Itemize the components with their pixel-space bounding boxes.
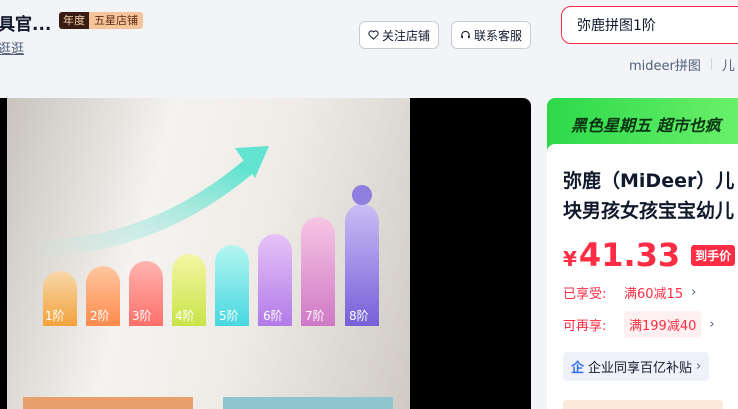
product-title: 弥鹿（MiDeer）儿 块男孩女孩宝宝幼儿 bbox=[563, 166, 738, 226]
follow-shop-button[interactable]: 关注店铺 bbox=[359, 21, 439, 49]
product-title-line: 块男孩女孩宝宝幼儿 bbox=[563, 200, 735, 222]
hot-word[interactable]: mideer拼图 bbox=[629, 55, 701, 74]
badge-year: 年度 bbox=[59, 12, 89, 29]
puzzle-box-left bbox=[23, 397, 193, 409]
shop-rank-badge: 年度 五星店铺 bbox=[59, 12, 143, 29]
contact-service-button[interactable]: 联系客服 bbox=[451, 21, 531, 49]
step-label-1: 1阶 bbox=[45, 309, 65, 323]
chevron-right-icon: › bbox=[709, 317, 715, 332]
product-main-image: 1阶 2阶 3阶 4阶 5阶 6阶 7阶 8阶 bbox=[7, 98, 410, 409]
enterprise-subsidy-button[interactable]: 企 企业同享百亿补贴 › bbox=[563, 352, 710, 381]
product-gallery[interactable]: 1阶 2阶 3阶 4阶 5阶 6阶 7阶 8阶 bbox=[0, 98, 531, 409]
chevron-right-icon: › bbox=[696, 359, 702, 374]
search-input[interactable]: 弥鹿拼图1阶 bbox=[561, 6, 738, 44]
difficulty-steps-illustration: 1阶 2阶 3阶 4阶 5阶 6阶 7阶 8阶 bbox=[23, 146, 393, 409]
visit-shop-link[interactable]: 逛逛 bbox=[0, 38, 24, 57]
hot-search-words: mideer拼图 儿 bbox=[629, 55, 735, 74]
search-query: 弥鹿拼图1阶 bbox=[577, 18, 656, 34]
subsidy-label: 企业同享百亿补贴 bbox=[588, 361, 693, 376]
product-info-body: 弥鹿（MiDeer）儿 块男孩女孩宝宝幼儿 ¥ 41.33 到手价 ¥ 已享受:… bbox=[547, 144, 738, 409]
product-info-panel: 黑色星期五 超市也疯 弥鹿（MiDeer）儿 块男孩女孩宝宝幼儿 ¥ 41.33… bbox=[547, 98, 738, 409]
pillar-8-top-ball bbox=[352, 185, 372, 205]
enjoyed-value: 满60减15 bbox=[624, 287, 684, 302]
heart-icon bbox=[368, 30, 379, 40]
contact-service-label: 联系客服 bbox=[473, 28, 522, 43]
step-label-2: 2阶 bbox=[90, 309, 110, 323]
enjoyed-label: 已享受: bbox=[563, 287, 607, 302]
currency-symbol: ¥ bbox=[563, 247, 577, 271]
step-pillars bbox=[43, 185, 379, 326]
follow-shop-label: 关注店铺 bbox=[381, 28, 430, 43]
growth-arrow bbox=[39, 160, 255, 256]
step-label-5: 5阶 bbox=[219, 309, 239, 323]
chevron-right-icon: › bbox=[691, 285, 697, 300]
hot-word[interactable]: 儿 bbox=[722, 55, 735, 74]
available-label: 可再享: bbox=[563, 319, 607, 334]
enterprise-icon: 企 bbox=[571, 361, 585, 376]
coupon-value[interactable]: 满199减40 bbox=[624, 311, 702, 338]
product-title-line: 弥鹿（MiDeer）儿 bbox=[563, 170, 735, 192]
badge-rank: 五星店铺 bbox=[89, 12, 143, 29]
price-tag: 到手价 bbox=[691, 245, 736, 266]
available-discount-row[interactable]: 可再享: 满199减40 › bbox=[563, 311, 738, 338]
enjoyed-discount-row[interactable]: 已享受: 满60减15 › bbox=[563, 283, 738, 302]
price-row: ¥ 41.33 到手价 ¥ bbox=[563, 236, 738, 274]
step-label-3: 3阶 bbox=[132, 309, 152, 323]
step-label-6: 6阶 bbox=[263, 309, 283, 323]
final-price: 41.33 bbox=[578, 236, 681, 274]
shop-name[interactable]: 具官... bbox=[0, 10, 51, 35]
step-label-4: 4阶 bbox=[175, 309, 195, 323]
puzzle-box-right bbox=[223, 397, 393, 409]
hot-word-divider bbox=[710, 58, 712, 70]
step-label-8: 8阶 bbox=[349, 309, 369, 323]
step-pillar-8 bbox=[345, 204, 379, 326]
headset-icon bbox=[461, 30, 470, 39]
promo-strip bbox=[563, 400, 723, 409]
promo-banner[interactable]: 黑色星期五 超市也疯 bbox=[547, 98, 738, 150]
step-label-7: 7阶 bbox=[305, 309, 325, 323]
